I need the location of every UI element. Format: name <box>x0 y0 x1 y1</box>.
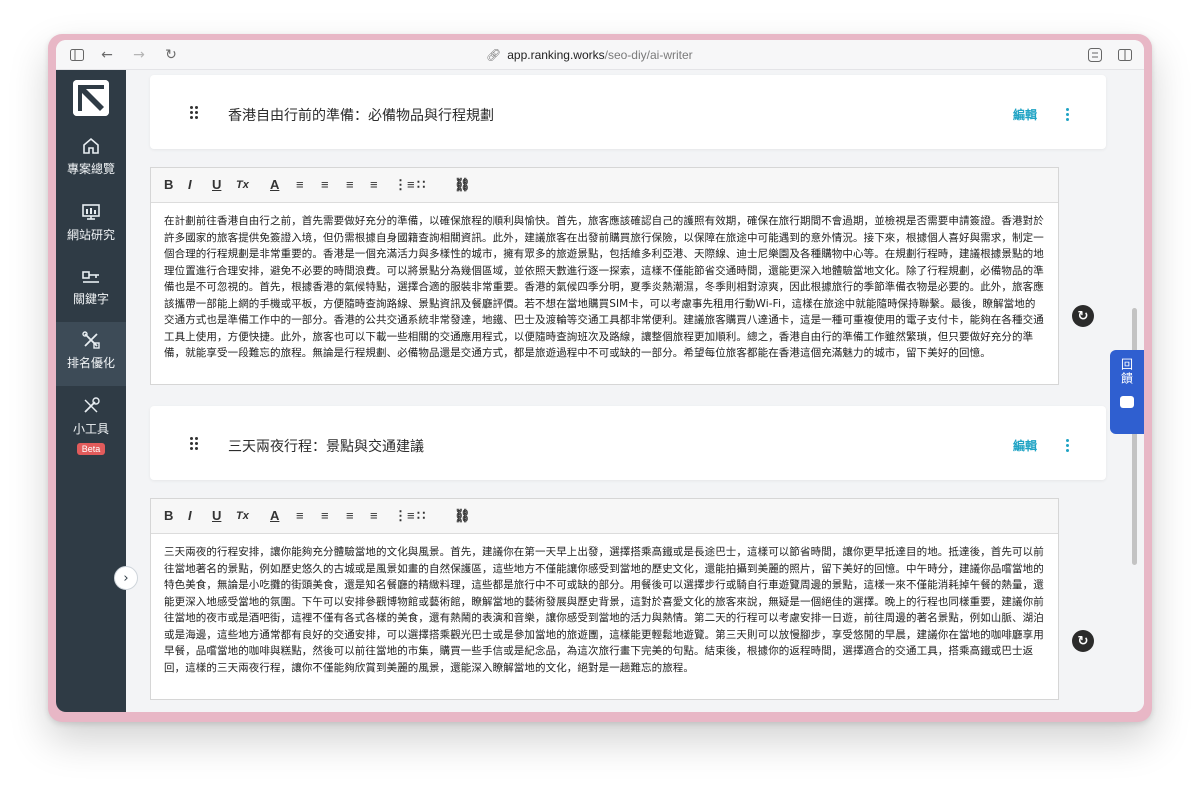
underline-button[interactable]: U <box>212 178 221 192</box>
editor-main: 香港自由行前的準備：必備物品與行程規劃 編輯 B I U Tx A ≡ ≡ ≡ … <box>126 70 1144 712</box>
edit-link[interactable]: 編輯 <box>1013 106 1037 123</box>
edit-link[interactable]: 編輯 <box>1013 437 1037 454</box>
link-icon[interactable]: ⛓︎ <box>454 509 471 523</box>
align-justify-icon[interactable]: ≡ <box>370 178 378 192</box>
underline-button[interactable]: U <box>212 509 221 523</box>
wrench-icon <box>84 397 100 413</box>
chevron-right-icon: › <box>123 570 129 586</box>
reader-icon[interactable] <box>1086 46 1104 64</box>
align-center-icon[interactable]: ≡ <box>321 178 329 192</box>
link-icon: 🔗︎ <box>486 48 502 62</box>
vertical-scrollbar[interactable] <box>1132 308 1137 565</box>
more-options-icon[interactable] <box>1066 439 1070 452</box>
sidebar-item-label: 關鍵字 <box>72 292 109 306</box>
url-path: /seo-diy/ai-writer <box>604 48 693 62</box>
browser-window: ← → ↻ 🔗︎ app.ranking.works/seo-diy/ai-wr… <box>56 40 1144 712</box>
align-left-icon[interactable]: ≡ <box>296 178 304 192</box>
align-center-icon[interactable]: ≡ <box>321 509 329 523</box>
section-card: 三天兩夜行程：景點與交通建議 編輯 <box>150 406 1106 480</box>
bullet-list-icon[interactable]: ∷ <box>417 509 425 523</box>
sidebar-item-label: 排名優化 <box>66 356 115 370</box>
section-card: 香港自由行前的準備：必備物品與行程規劃 編輯 <box>150 75 1106 149</box>
split-view-icon[interactable] <box>1116 46 1134 64</box>
editor-content[interactable]: 在計劃前往香港自由行之前，首先需要做好充分的準備，以確保旅程的順利與愉快。首先，… <box>151 203 1058 372</box>
bold-button[interactable]: B <box>164 509 173 523</box>
tools-icon <box>82 331 100 349</box>
rich-text-editor: B I U Tx A ≡ ≡ ≡ ≡ ⋮≡ ∷ ⛓︎ 三天兩夜的行程安排，讓你能… <box>150 498 1059 700</box>
regenerate-icon[interactable]: ↻ <box>1072 305 1094 327</box>
beta-badge: Beta <box>76 443 106 455</box>
italic-button[interactable]: I <box>188 178 192 192</box>
bold-button[interactable]: B <box>164 178 173 192</box>
reload-icon[interactable]: ↻ <box>162 46 180 64</box>
bullet-list-icon[interactable]: ∷ <box>417 178 425 192</box>
rich-text-editor: B I U Tx A ≡ ≡ ≡ ≡ ⋮≡ ∷ ⛓︎ 在計劃前往香港自由行之前，… <box>150 167 1059 385</box>
forward-arrow-icon[interactable]: → <box>130 46 148 64</box>
sidebar-item-site-research[interactable]: 網站研究 <box>56 194 126 258</box>
sidebar-item-overview[interactable]: 專案總覽 <box>56 128 126 192</box>
ordered-list-icon[interactable]: ⋮≡ <box>394 509 415 523</box>
text-color-button[interactable]: A <box>270 178 279 192</box>
url-host: app.ranking.works <box>507 48 605 62</box>
italic-button[interactable]: I <box>188 509 192 523</box>
sidebar-toggle-icon[interactable] <box>68 46 86 64</box>
drag-handle-icon[interactable] <box>190 106 200 120</box>
ordered-list-icon[interactable]: ⋮≡ <box>394 178 415 192</box>
link-icon[interactable]: ⛓︎ <box>454 178 471 192</box>
sidebar-item-label: 專案總覽 <box>66 162 115 176</box>
address-bar[interactable]: 🔗︎ app.ranking.works/seo-diy/ai-writer <box>486 46 693 64</box>
regenerate-icon[interactable]: ↻ <box>1072 630 1094 652</box>
clear-format-button[interactable]: Tx <box>236 509 249 523</box>
align-left-icon[interactable]: ≡ <box>296 509 304 523</box>
back-arrow-icon[interactable]: ← <box>98 46 116 64</box>
align-right-icon[interactable]: ≡ <box>346 509 354 523</box>
align-justify-icon[interactable]: ≡ <box>370 509 378 523</box>
editor-toolbar: B I U Tx A ≡ ≡ ≡ ≡ ⋮≡ ∷ ⛓︎ <box>151 499 1058 534</box>
browser-toolbar: ← → ↻ 🔗︎ app.ranking.works/seo-diy/ai-wr… <box>56 40 1144 70</box>
home-icon <box>83 137 99 154</box>
feedback-label: 回饋 <box>1119 358 1134 386</box>
monitor-icon <box>82 204 100 220</box>
text-color-button[interactable]: A <box>270 509 279 523</box>
sidebar: 專案總覽 網站研究 關鍵字 排名優化 小工具 Beta <box>56 70 126 712</box>
more-options-icon[interactable] <box>1066 108 1070 121</box>
sidebar-item-ranking-optimization[interactable]: 排名優化 <box>56 322 126 386</box>
sidebar-item-keywords[interactable]: 關鍵字 <box>56 258 126 322</box>
drag-handle-icon[interactable] <box>190 437 200 451</box>
key-icon <box>82 271 99 283</box>
editor-toolbar: B I U Tx A ≡ ≡ ≡ ≡ ⋮≡ ∷ ⛓︎ <box>151 168 1058 203</box>
sidebar-item-label: 網站研究 <box>66 228 115 242</box>
sidebar-item-label: 小工具 <box>72 422 109 436</box>
sidebar-item-tools[interactable]: 小工具 Beta <box>56 388 126 464</box>
feedback-tab[interactable]: 回饋 <box>1110 350 1144 434</box>
sidebar-expand-button[interactable]: › <box>114 566 138 590</box>
align-right-icon[interactable]: ≡ <box>346 178 354 192</box>
clear-format-button[interactable]: Tx <box>236 178 249 192</box>
editor-content[interactable]: 三天兩夜的行程安排，讓你能夠充分體驗當地的文化與風景。首先，建議你在第一天早上出… <box>151 534 1058 686</box>
app-logo[interactable] <box>73 80 109 116</box>
section-title: 香港自由行前的準備：必備物品與行程規劃 <box>228 108 494 124</box>
section-title: 三天兩夜行程：景點與交通建議 <box>228 439 424 455</box>
smile-icon <box>1120 396 1134 408</box>
